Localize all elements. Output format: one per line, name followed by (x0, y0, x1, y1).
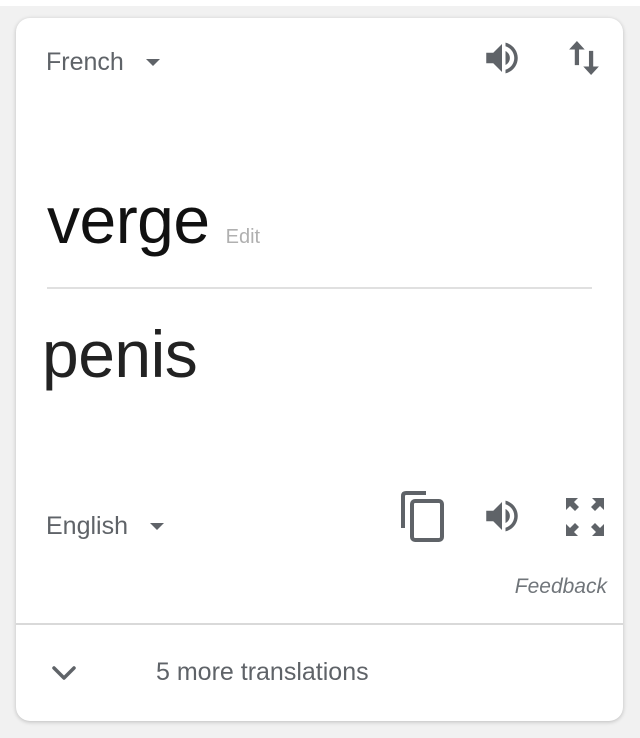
copy-button[interactable] (398, 490, 448, 544)
feedback-link[interactable]: Feedback (515, 575, 607, 599)
expand-button[interactable] (48, 657, 80, 689)
volume-icon (486, 500, 518, 532)
fullscreen-button[interactable] (562, 494, 608, 540)
previous-card-edge (0, 0, 640, 6)
swap-languages-icon (569, 41, 599, 75)
more-translations-row[interactable]: 5 more translations (16, 625, 623, 721)
divider (47, 287, 592, 289)
copy-icon (401, 491, 444, 542)
more-translations-label: 5 more translations (156, 658, 369, 686)
source-word: verge (47, 183, 210, 257)
volume-icon (486, 42, 518, 74)
fullscreen-icon (566, 498, 604, 536)
target-language-selector[interactable]: English (46, 512, 164, 541)
caret-down-icon (150, 523, 164, 530)
chevron-down-icon (52, 666, 76, 680)
translation-word: penis (42, 317, 198, 391)
translate-card: French verge Edit penis English Feedback… (16, 18, 623, 721)
caret-down-icon (145, 59, 160, 66)
source-speaker-button[interactable] (480, 36, 524, 80)
target-language-label: English (46, 512, 128, 540)
swap-languages-button[interactable] (562, 36, 606, 80)
edit-link[interactable]: Edit (226, 226, 260, 249)
source-language-selector[interactable]: French (46, 48, 160, 77)
source-language-label: French (46, 48, 124, 76)
source-text-row: verge Edit (47, 182, 260, 258)
target-speaker-button[interactable] (480, 494, 524, 538)
